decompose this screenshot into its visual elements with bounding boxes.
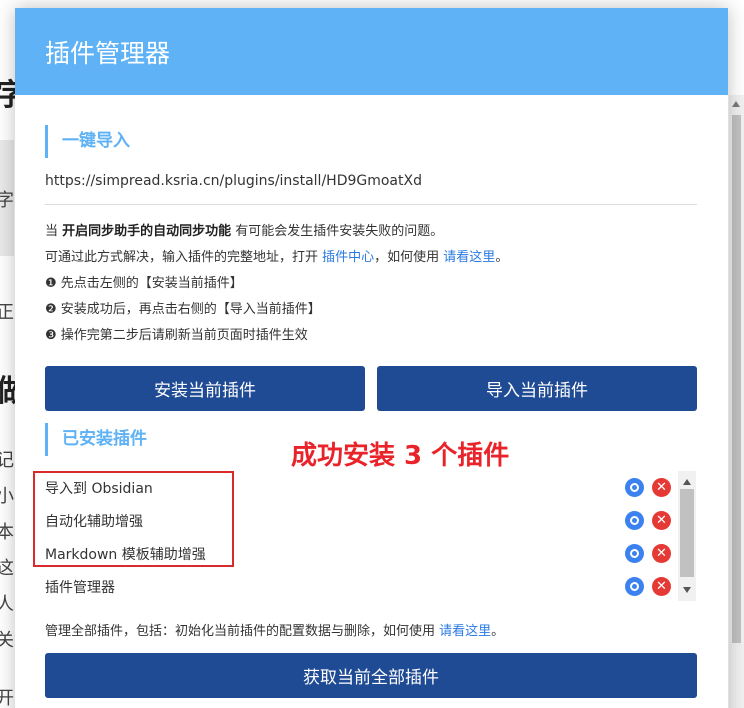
- plugin-name: Markdown 模板辅助增强: [45, 547, 206, 563]
- plugin-list-scrollbar[interactable]: [678, 471, 696, 601]
- section-heading-installed: 已安装插件: [45, 423, 147, 456]
- solution-note: 可通过此方式解决，输入插件的完整地址，打开 插件中心，如何使用 请看这里。: [45, 250, 509, 265]
- plugin-name: 插件管理器: [45, 580, 115, 596]
- sync-warning-note: 当 开启同步助手的自动同步功能 有可能会发生插件安装失败的问题。: [45, 224, 444, 239]
- fetch-all-plugins-button[interactable]: 获取当前全部插件: [45, 653, 697, 698]
- install-plugin-button[interactable]: 安装当前插件: [45, 366, 365, 411]
- scroll-down-arrow-icon[interactable]: [683, 587, 691, 593]
- step-1: ❶ 先点击左侧的【安装当前插件】: [45, 276, 243, 291]
- scroll-up-arrow-icon[interactable]: [683, 479, 691, 485]
- bg-fragment: 小: [0, 486, 14, 507]
- import-plugin-button[interactable]: 导入当前插件: [377, 366, 697, 411]
- bg-fragment: 开: [0, 688, 14, 708]
- plugin-url-input[interactable]: https://simpread.ksria.cn/plugins/instal…: [45, 173, 697, 189]
- close-icon[interactable]: ✕: [652, 544, 671, 563]
- step-2: ❷ 安装成功后，再点击右侧的【导入当前插件】: [45, 302, 321, 317]
- plugin-center-link[interactable]: 插件中心: [322, 250, 374, 265]
- bg-fragment: 本: [0, 522, 14, 543]
- plugin-list-scrollbar-thumb[interactable]: [680, 489, 694, 577]
- success-message: 成功安装 3 个插件: [291, 441, 510, 471]
- url-divider: [45, 204, 697, 205]
- plugin-name: 自动化辅助增强: [45, 514, 143, 530]
- close-icon[interactable]: ✕: [652, 478, 671, 497]
- page-scrollbar-thumb[interactable]: [732, 115, 741, 643]
- scroll-up-arrow-icon[interactable]: [732, 101, 740, 107]
- step-3: ❸ 操作完第二步后请刷新当前页面时插件生效: [45, 328, 308, 343]
- settings-icon[interactable]: [625, 577, 644, 596]
- bg-fragment: 人: [0, 594, 14, 615]
- section-heading-import: 一键导入: [45, 125, 130, 158]
- bg-fragment: 字: [0, 190, 14, 211]
- plugin-row: 插件管理器 ✕: [45, 572, 675, 602]
- bg-fragment: 正: [0, 302, 14, 323]
- close-icon[interactable]: ✕: [652, 511, 671, 530]
- close-icon[interactable]: ✕: [652, 577, 671, 596]
- bg-fragment: 这: [0, 558, 14, 579]
- plugin-name: 导入到 Obsidian: [45, 481, 153, 497]
- plugin-manager-dialog: 插件管理器 一键导入 https://simpread.ksria.cn/plu…: [15, 8, 728, 708]
- settings-icon[interactable]: [625, 511, 644, 530]
- settings-icon[interactable]: [625, 478, 644, 497]
- plugin-row: Markdown 模板辅助增强 ✕: [45, 539, 675, 569]
- manage-help-link[interactable]: 请看这里: [439, 624, 491, 639]
- dialog-header: 插件管理器: [15, 8, 728, 95]
- bg-fragment: 记: [0, 450, 14, 471]
- settings-icon[interactable]: [625, 544, 644, 563]
- plugin-row: 自动化辅助增强 ✕: [45, 506, 675, 536]
- plugin-row: 导入到 Obsidian ✕: [45, 473, 675, 503]
- page-scrollbar[interactable]: [729, 95, 744, 708]
- help-link[interactable]: 请看这里: [443, 250, 495, 265]
- dialog-title: 插件管理器: [45, 38, 171, 68]
- manage-note: 管理全部插件，包括：初始化当前插件的配置数据与删除，如何使用 请看这里。: [45, 624, 505, 639]
- bg-fragment: 关: [0, 630, 14, 651]
